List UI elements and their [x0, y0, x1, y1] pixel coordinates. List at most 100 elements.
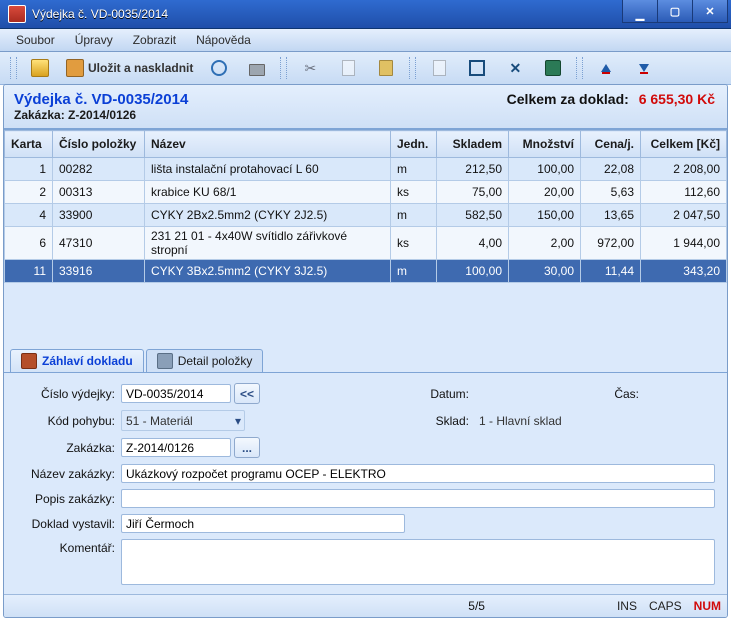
client-area: Výdejka č. VD-0035/2014 Zakázka: Z-2014/…: [3, 84, 728, 618]
cell-mn[interactable]: 150,00: [509, 204, 581, 227]
cell-karta[interactable]: 4: [5, 204, 53, 227]
arrow-down-icon: [639, 64, 649, 72]
table-row[interactable]: 1133916CYKY 3Bx2.5mm2 (CYKY 3J2.5)m100,0…: [5, 260, 727, 283]
crop-button[interactable]: [460, 55, 494, 81]
cell-mn[interactable]: 2,00: [509, 227, 581, 260]
tab-header-label: Záhlaví dokladu: [42, 354, 133, 368]
cell-cislo[interactable]: 00313: [53, 181, 145, 204]
move-down-button[interactable]: [627, 55, 661, 81]
maximize-button[interactable]: ▢: [658, 0, 693, 23]
print-button[interactable]: [240, 55, 274, 81]
cell-skl[interactable]: 212,50: [437, 158, 509, 181]
cell-skl[interactable]: 4,00: [437, 227, 509, 260]
window-title: Výdejka č. VD-0035/2014: [32, 7, 622, 21]
tab-header[interactable]: Záhlaví dokladu: [10, 349, 144, 372]
cell-cel[interactable]: 343,20: [641, 260, 727, 283]
cell-cena[interactable]: 13,65: [581, 204, 641, 227]
header-tab-icon: [21, 353, 37, 369]
cell-jedn[interactable]: ks: [391, 181, 437, 204]
label-vystavil: Doklad vystavil:: [16, 517, 121, 531]
menu-view[interactable]: Zobrazit: [123, 31, 186, 49]
paste-button[interactable]: [369, 55, 403, 81]
table-row[interactable]: 433900CYKY 2Bx2.5mm2 (CYKY 2J2.5)m582,50…: [5, 204, 727, 227]
cell-mn[interactable]: 20,00: [509, 181, 581, 204]
cell-nazev[interactable]: krabice KU 68/1: [145, 181, 391, 204]
input-cislo-vydejky[interactable]: [121, 384, 231, 403]
table-row[interactable]: 100282lišta instalační protahovací L 60m…: [5, 158, 727, 181]
cell-cislo[interactable]: 33916: [53, 260, 145, 283]
cell-jedn[interactable]: ks: [391, 227, 437, 260]
browse-zakazka-button[interactable]: ...: [234, 437, 260, 458]
input-komentar[interactable]: [121, 539, 715, 585]
minimize-button[interactable]: ▁: [622, 0, 658, 23]
table-row[interactable]: 647310231 21 01 - 4x40W svítidlo zářivko…: [5, 227, 727, 260]
label-cislo-vydejky: Číslo výdejky:: [16, 387, 121, 401]
cell-skl[interactable]: 75,00: [437, 181, 509, 204]
cell-nazev[interactable]: CYKY 2Bx2.5mm2 (CYKY 2J2.5): [145, 204, 391, 227]
close-button[interactable]: ✕: [693, 0, 728, 23]
input-zakazka[interactable]: [121, 438, 231, 457]
delete-button[interactable]: ✕: [498, 55, 532, 81]
menu-file[interactable]: Soubor: [6, 31, 65, 49]
menubar: Soubor Úpravy Zobrazit Nápověda: [0, 29, 731, 52]
items-grid[interactable]: Karta Číslo položky Název Jedn. Skladem …: [4, 129, 727, 283]
calc-button[interactable]: [536, 55, 570, 81]
col-jedn[interactable]: Jedn.: [391, 131, 437, 158]
menu-edit[interactable]: Úpravy: [65, 31, 123, 49]
cell-cena[interactable]: 22,08: [581, 158, 641, 181]
toolbar-handle[interactable]: [10, 57, 17, 79]
cell-cislo[interactable]: 33900: [53, 204, 145, 227]
cell-cel[interactable]: 2 208,00: [641, 158, 727, 181]
cell-cena[interactable]: 11,44: [581, 260, 641, 283]
save-and-stock-button[interactable]: Uložit a naskladnit: [61, 55, 198, 81]
col-mnozstvi[interactable]: Množství: [509, 131, 581, 158]
col-karta[interactable]: Karta: [5, 131, 53, 158]
toolbar-handle[interactable]: [280, 57, 287, 79]
cell-jedn[interactable]: m: [391, 204, 437, 227]
input-vystavil[interactable]: [121, 514, 405, 533]
cell-jedn[interactable]: m: [391, 260, 437, 283]
cell-cel[interactable]: 2 047,50: [641, 204, 727, 227]
new-doc-button[interactable]: [422, 55, 456, 81]
cell-karta[interactable]: 6: [5, 227, 53, 260]
cell-cel[interactable]: 1 944,00: [641, 227, 727, 260]
cell-nazev[interactable]: 231 21 01 - 4x40W svítidlo zářivkové str…: [145, 227, 391, 260]
cell-nazev[interactable]: CYKY 3Bx2.5mm2 (CYKY 3J2.5): [145, 260, 391, 283]
col-skladem[interactable]: Skladem: [437, 131, 509, 158]
document-total: Celkem za doklad: 6 655,30 Kč: [507, 91, 715, 107]
cell-skl[interactable]: 582,50: [437, 204, 509, 227]
cell-jedn[interactable]: m: [391, 158, 437, 181]
menu-help[interactable]: Nápověda: [186, 31, 261, 49]
col-cena[interactable]: Cena/j.: [581, 131, 641, 158]
cell-nazev[interactable]: lišta instalační protahovací L 60: [145, 158, 391, 181]
open-button[interactable]: [23, 55, 57, 81]
table-row[interactable]: 200313krabice KU 68/1ks75,0020,005,63112…: [5, 181, 727, 204]
prev-doc-button[interactable]: <<: [234, 383, 260, 404]
cut-button[interactable]: ✂: [293, 55, 327, 81]
toolbar-handle[interactable]: [576, 57, 583, 79]
cell-cislo[interactable]: 47310: [53, 227, 145, 260]
cell-karta[interactable]: 2: [5, 181, 53, 204]
refresh-button[interactable]: [202, 55, 236, 81]
cell-cel[interactable]: 112,60: [641, 181, 727, 204]
cell-cislo[interactable]: 00282: [53, 158, 145, 181]
cell-karta[interactable]: 11: [5, 260, 53, 283]
input-nazev-zakazky[interactable]: [121, 464, 715, 483]
cell-cena[interactable]: 5,63: [581, 181, 641, 204]
cell-mn[interactable]: 30,00: [509, 260, 581, 283]
input-popis-zakazky[interactable]: [121, 489, 715, 508]
col-celkem[interactable]: Celkem [Kč]: [641, 131, 727, 158]
col-cislo-polozky[interactable]: Číslo položky: [53, 131, 145, 158]
status-num: NUM: [694, 599, 721, 613]
combo-kod-pohybu[interactable]: 51 - Materiál ▾: [121, 410, 245, 431]
cell-skl[interactable]: 100,00: [437, 260, 509, 283]
cell-mn[interactable]: 100,00: [509, 158, 581, 181]
label-sklad: Sklad:: [405, 414, 475, 428]
copy-button[interactable]: [331, 55, 365, 81]
cell-cena[interactable]: 972,00: [581, 227, 641, 260]
move-up-button[interactable]: [589, 55, 623, 81]
col-nazev[interactable]: Název: [145, 131, 391, 158]
toolbar-handle[interactable]: [409, 57, 416, 79]
cell-karta[interactable]: 1: [5, 158, 53, 181]
tab-detail[interactable]: Detail položky: [146, 349, 264, 372]
